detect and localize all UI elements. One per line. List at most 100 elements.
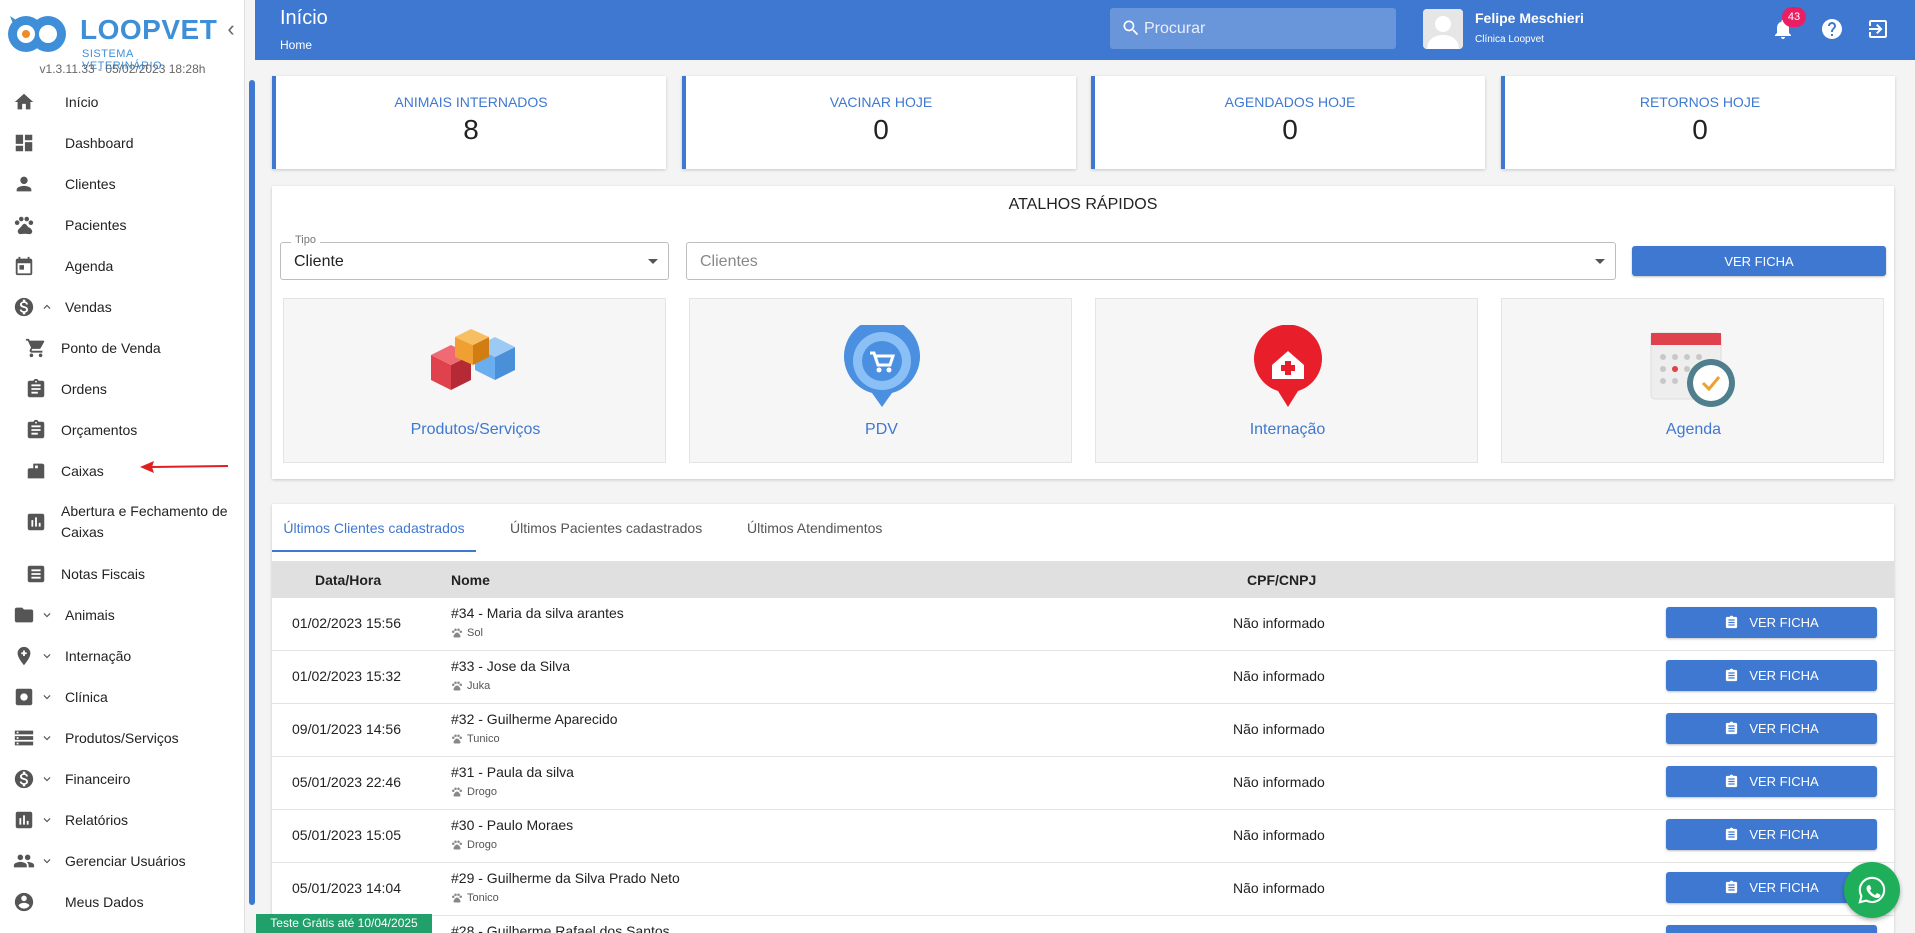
dollar-icon [12,767,36,791]
sidebar-item-label: Dashboard [65,135,134,151]
sidebar-item-meus-dados[interactable]: Meus Dados [0,889,240,915]
sidebar-item-ordens[interactable]: Ordens [0,376,240,402]
row-cpf: Não informado [1233,774,1325,790]
sidebar-item-label: Início [65,94,99,110]
row-ver-ficha-button[interactable]: VER FICHA [1666,607,1877,638]
sidebar-item-dashboard[interactable]: Dashboard [0,130,240,156]
sidebar-item-vendas[interactable]: Vendas [0,294,240,320]
user-name[interactable]: Felipe Meschieri [1475,10,1584,26]
row-pet: Drogo [451,786,497,798]
clipboard-icon [1726,774,1738,788]
app-version: v1.3.11.33 - 05/02/2023 18:28h [39,62,206,76]
location-icon [12,644,36,668]
sidebar-item-label: Orçamentos [61,422,138,438]
top-header: Início Home Felipe Meschieri Clínica Loo… [255,0,1915,60]
paw-icon [452,734,462,744]
sidebar-item-clientes[interactable]: Clientes [0,171,240,197]
pdv-cart-icon [843,325,920,407]
sidebar-item-agenda[interactable]: Agenda [0,253,240,279]
sidebar-item-label: Ordens [61,381,107,397]
sidebar-item-label: Notas Fiscais [61,566,146,582]
cashbox-icon [24,459,48,483]
tipo-select[interactable]: Tipo Cliente [280,234,669,280]
ver-ficha-button[interactable]: VER FICHA [1632,246,1886,276]
sidebar-item-label: Ponto de Venda [61,340,161,356]
sidebar-item-animais[interactable]: Animais [0,602,240,628]
stat-card-retornos-hoje[interactable]: RETORNOS HOJE 0 [1501,76,1895,169]
row-pet-name: Sol [467,627,483,639]
paw-icon [452,628,462,638]
whatsapp-icon [1858,876,1886,904]
sidebar-item-abertura-fechamento-caixas[interactable]: Abertura e Fechamento de Caixas [0,501,240,543]
quick-shortcuts-title: ATALHOS RÁPIDOS [1008,196,1158,213]
calendar-icon [12,254,36,278]
table-row: #28 - Guilherme Rafael dos Santos VER FI… [272,916,1894,933]
clientes-select[interactable]: Clientes [686,242,1616,280]
row-pet-name: Drogo [467,839,497,851]
storage-icon [12,726,36,750]
row-ver-ficha-button[interactable]: VER FICHA [1666,713,1877,744]
logout-icon[interactable] [1866,17,1890,41]
sidebar-item-label: Internação [65,648,132,664]
chart-icon [24,510,48,534]
stat-card-animais-internados[interactable]: ANIMAIS INTERNADOS 8 [272,76,666,169]
table-row: 09/01/2023 14:56 #32 - Guilherme Apareci… [272,704,1894,757]
shortcut-internacao[interactable]: Internação [1095,298,1478,463]
whatsapp-button[interactable] [1844,862,1900,918]
row-ver-ficha-button[interactable]: VER FICHA [1666,819,1877,850]
breadcrumb[interactable]: Home [280,38,312,52]
row-button-label: VER FICHA [1749,827,1819,842]
row-ver-ficha-button[interactable]: VER FICHA [1666,766,1877,797]
sidebar-scrollbar[interactable] [249,80,255,905]
row-ver-ficha-button[interactable]: VER FICHA [1666,925,1877,933]
column-header-nome: Nome [451,572,490,588]
stat-value: 0 [873,114,889,145]
tab-ultimos-pacientes[interactable]: Últimos Pacientes cadastrados [510,504,702,552]
tab-ultimos-clientes[interactable]: Últimos Clientes cadastrados [272,504,476,552]
stat-label: VACINAR HOJE [829,94,933,110]
home-icon [12,90,36,114]
sidebar-item-relatorios[interactable]: Relatórios [0,807,240,833]
sidebar-item-inicio[interactable]: Início [0,89,240,115]
sidebar-item-ponto-de-venda[interactable]: Ponto de Venda [0,335,240,361]
row-ver-ficha-button[interactable]: VER FICHA [1666,660,1877,691]
sidebar-item-produtos-servicos[interactable]: Produtos/Serviços [0,725,240,751]
sidebar-item-orcamentos[interactable]: Orçamentos [0,417,240,443]
shortcut-produtos-servicos[interactable]: Produtos/Serviços [283,298,666,463]
sidebar-item-gerenciar-usuarios[interactable]: Gerenciar Usuários [0,848,240,874]
row-name: #30 - Paulo Moraes [451,817,574,833]
tab-ultimos-atendimentos[interactable]: Últimos Atendimentos [747,504,882,552]
sidebar-item-label: Relatórios [65,812,129,828]
search-box[interactable] [1110,8,1396,49]
help-icon[interactable] [1820,17,1844,41]
stat-card-vacinar-hoje[interactable]: VACINAR HOJE 0 [682,76,1076,169]
sidebar-item-label: Animais [65,607,115,623]
collapse-sidebar-chevron-icon[interactable]: ‹ [222,18,240,40]
row-name: #34 - Maria da silva arantes [451,605,624,621]
clipboard-icon [1726,668,1738,682]
group-icon [12,849,36,873]
sidebar-item-financeiro[interactable]: Financeiro [0,766,240,792]
sidebar-item-label: Produtos/Serviços [65,730,179,746]
shortcut-pdv[interactable]: PDV [689,298,1072,463]
shortcut-agenda[interactable]: Agenda [1501,298,1884,463]
calendar-clock-icon [1650,332,1735,407]
sidebar-item-notas-fiscais[interactable]: Notas Fiscais [0,561,240,587]
recent-records-panel: Últimos Clientes cadastrados Últimos Pac… [272,504,1894,933]
row-button-label: VER FICHA [1749,668,1819,683]
sidebar-item-pacientes[interactable]: Pacientes [0,212,240,238]
dashboard-icon [12,131,36,155]
row-date: 05/01/2023 15:05 [292,827,401,843]
sidebar-item-label: Vendas [65,299,112,315]
clientes-placeholder: Clientes [700,253,758,270]
row-pet-name: Tonico [467,892,499,904]
stat-label: ANIMAIS INTERNADOS [394,94,548,110]
avatar[interactable] [1423,9,1463,49]
row-cpf: Não informado [1233,668,1325,684]
stat-card-agendados-hoje[interactable]: AGENDADOS HOJE 0 [1091,76,1485,169]
search-input[interactable] [1144,8,1384,49]
row-pet: Tunico [451,733,500,745]
table-header: Data/Hora Nome CPF/CNPJ [272,561,1894,598]
sidebar-item-clinica[interactable]: Clínica [0,684,240,710]
sidebar-item-internacao[interactable]: Internação [0,643,240,669]
